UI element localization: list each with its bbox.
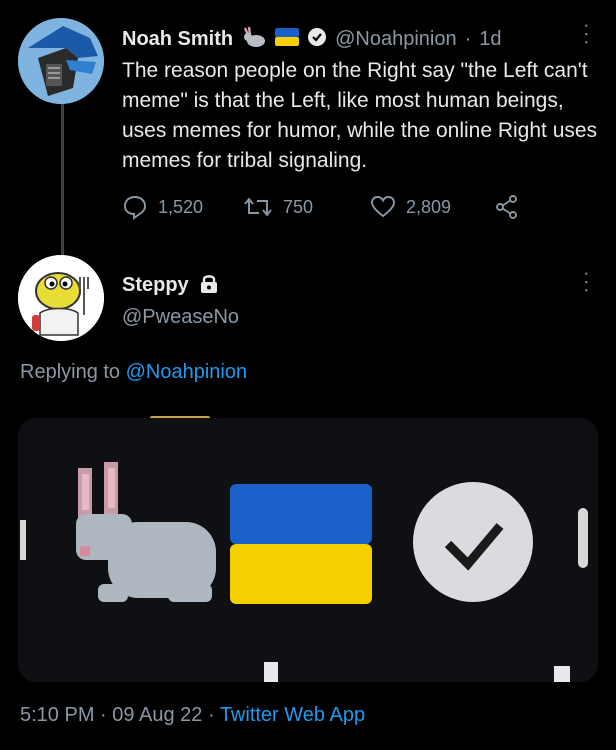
ukraine-flag-icon [275,28,300,51]
reply-icon [124,196,146,220]
reply-count: 1,520 [158,196,204,217]
lock-icon [199,272,219,299]
separator: · [464,28,472,50]
verified-emoji [413,482,533,602]
attached-image[interactable] [18,418,598,682]
retweet-count: 750 [283,196,314,217]
thread-line [61,100,64,258]
reply-header: Steppy [122,272,219,299]
reply-author-avatar[interactable] [18,255,104,341]
emoji-zoom-image [18,418,598,682]
rabbit-icon [241,26,267,53]
separator: · [207,704,215,726]
retweet-icon [244,197,272,217]
more-options-icon[interactable]: ··· [574,270,600,295]
tweet-header: Noah Smith @Noahpinion · 1d [122,26,502,53]
share-button[interactable] [494,194,520,220]
more-options-icon[interactable]: ··· [574,22,600,47]
verified-badge-icon [307,27,327,52]
reply-author-handle[interactable]: @PweaseNo [122,306,239,329]
tweet-age[interactable]: 1d [479,28,501,51]
retweet-button[interactable]: 750 [243,194,313,220]
source-app-link[interactable]: Twitter Web App [220,704,365,726]
replying-to-handle[interactable]: @Noahpinion [126,361,248,383]
author-name[interactable]: Noah Smith [122,28,233,51]
share-icon [496,195,517,219]
avatar-image [18,18,104,104]
avatar-image [18,255,104,341]
author-avatar[interactable] [18,18,104,104]
heart-icon [371,196,395,218]
replying-prefix: Replying to [20,361,121,383]
ukraine-flag-emoji [230,484,372,604]
tweet-text: The reason people on the Right say "the … [122,59,598,172]
tweet-footer: 5:10 PM · 09 Aug 22 · Twitter Web App [20,704,365,727]
author-handle[interactable]: @Noahpinion [335,28,457,51]
replying-to-line: Replying to @Noahpinion [20,361,247,384]
reply-author-name[interactable]: Steppy [122,274,189,297]
post-date[interactable]: 09 Aug 22 [112,704,202,726]
post-time[interactable]: 5:10 PM [20,704,94,726]
like-count: 2,809 [406,196,452,217]
reply-button[interactable]: 1,520 [122,194,203,220]
like-button[interactable]: 2,809 [370,194,451,220]
separator: · [100,704,107,726]
